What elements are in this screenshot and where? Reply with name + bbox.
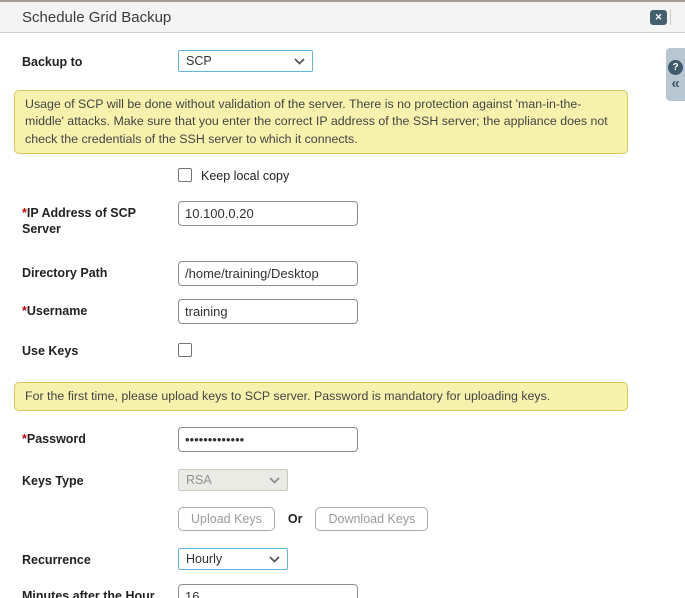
minutes-after-hour-label: Minutes after the Hour — [22, 584, 178, 598]
spacer — [22, 168, 178, 173]
download-keys-button[interactable]: Download Keys — [315, 507, 428, 531]
help-icon[interactable]: ? — [668, 60, 683, 75]
backup-to-row: Backup to SCP — [0, 50, 685, 72]
keep-local-copy-checkbox[interactable] — [178, 168, 192, 182]
collapse-panel-icon[interactable]: « — [671, 78, 679, 90]
ip-address-label: *IP Address of SCP Server — [22, 201, 178, 237]
keys-type-row: Keys Type RSA — [0, 469, 685, 491]
schedule-grid-backup-dialog: Schedule Grid Backup ✕ ? « Backup to SCP… — [0, 0, 685, 598]
recurrence-select[interactable]: Hourly — [178, 548, 288, 570]
password-label: *Password — [22, 427, 178, 448]
directory-path-input[interactable] — [178, 261, 358, 286]
use-keys-checkbox[interactable] — [178, 343, 192, 357]
recurrence-row: Recurrence Hourly — [0, 548, 685, 570]
close-icon[interactable]: ✕ — [650, 10, 667, 25]
spacer — [22, 507, 178, 512]
ip-address-input[interactable] — [178, 201, 358, 226]
dialog-title: Schedule Grid Backup — [22, 9, 650, 26]
password-input[interactable] — [178, 427, 358, 452]
backup-to-select[interactable]: SCP — [178, 50, 313, 72]
ip-address-row: *IP Address of SCP Server — [0, 201, 685, 237]
dialog-titlebar: Schedule Grid Backup ✕ — [0, 2, 685, 33]
use-keys-label: Use Keys — [22, 339, 178, 360]
keys-type-value: RSA — [186, 473, 212, 487]
use-keys-row: Use Keys — [0, 339, 685, 360]
upload-keys-button[interactable]: Upload Keys — [178, 507, 275, 531]
chevron-down-icon — [269, 477, 280, 484]
keys-type-label: Keys Type — [22, 469, 178, 490]
backup-to-label: Backup to — [22, 50, 178, 71]
minutes-after-hour-row: Minutes after the Hour — [0, 584, 685, 598]
help-side-panel: ? « — [666, 48, 685, 101]
directory-path-row: Directory Path — [0, 261, 685, 286]
chevron-down-icon — [294, 58, 305, 65]
username-row: *Username — [0, 299, 685, 324]
keys-upload-notice: For the first time, please upload keys t… — [14, 382, 628, 411]
keys-type-select: RSA — [178, 469, 288, 491]
chevron-down-icon — [269, 556, 280, 563]
scp-warning-notice: Usage of SCP will be done without valida… — [14, 90, 628, 154]
backup-to-value: SCP — [186, 54, 212, 68]
form-content: Backup to SCP Usage of SCP will be done … — [0, 50, 685, 598]
titlebar-divider — [670, 9, 671, 25]
password-row: *Password — [0, 427, 685, 452]
recurrence-label: Recurrence — [22, 548, 178, 569]
recurrence-value: Hourly — [186, 552, 222, 566]
keys-buttons-row: Upload Keys Or Download Keys — [0, 507, 685, 531]
username-input[interactable] — [178, 299, 358, 324]
directory-path-label: Directory Path — [22, 261, 178, 282]
or-label: Or — [288, 512, 303, 526]
username-label: *Username — [22, 299, 178, 320]
keep-local-copy-row: Keep local copy — [0, 168, 685, 183]
minutes-after-hour-input[interactable] — [178, 584, 358, 598]
keep-local-copy-label: Keep local copy — [201, 168, 289, 183]
